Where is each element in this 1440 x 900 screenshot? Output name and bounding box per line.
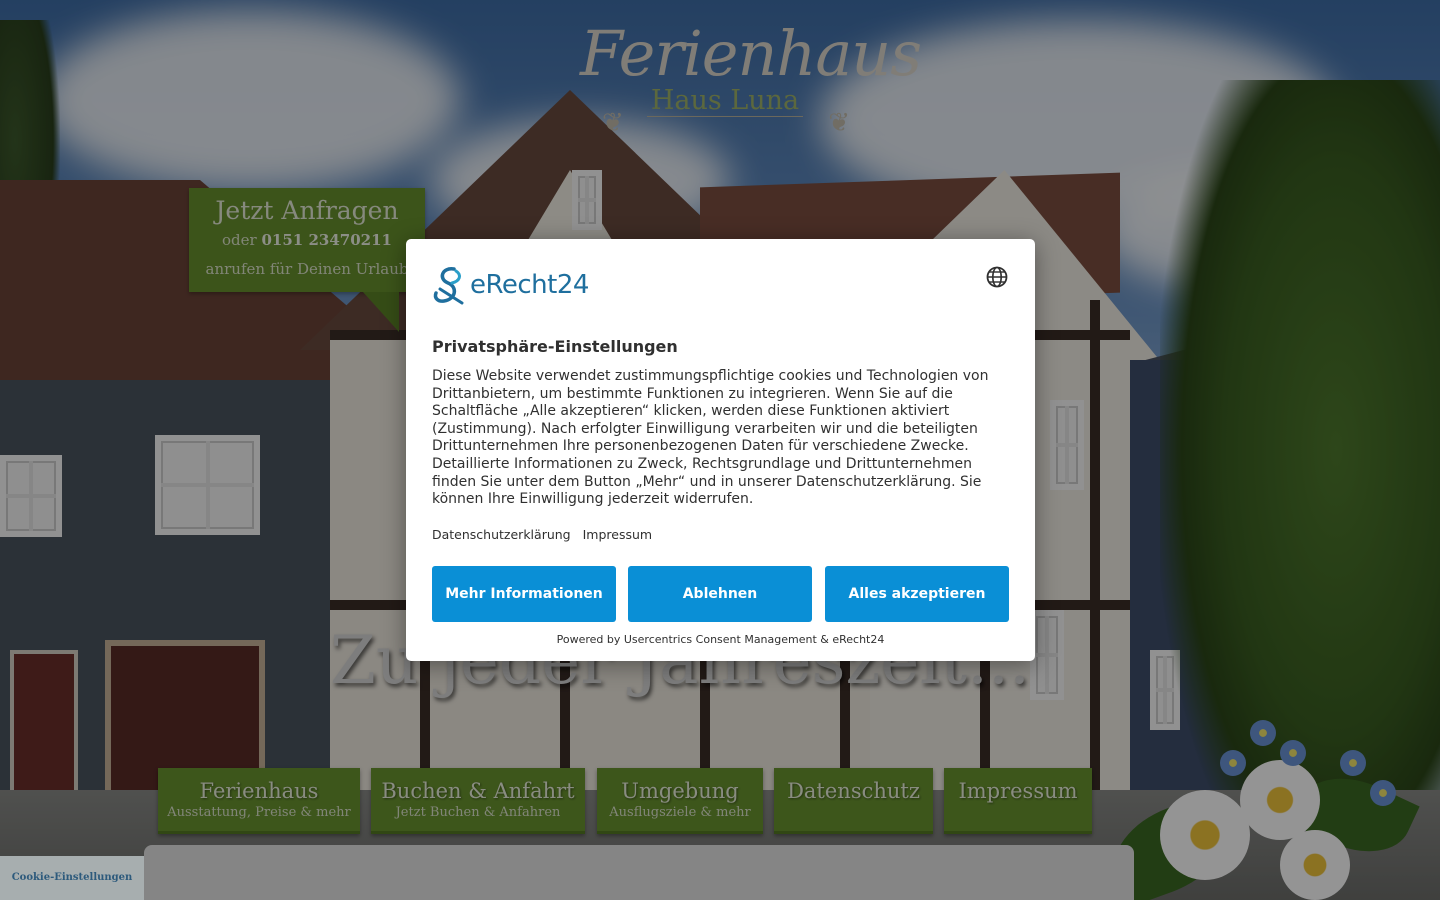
consent-description: Diese Website verwendet zustimmungspflic… [432, 368, 989, 508]
erecht24-logo: eRecht24 [432, 265, 589, 305]
more-information-button[interactable]: Mehr Informationen [432, 566, 616, 622]
language-button[interactable] [986, 266, 1008, 288]
globe-icon [986, 266, 1008, 288]
consent-buttons: Mehr Informationen Ablehnen Alles akzept… [432, 566, 1009, 622]
brand-name: eRecht24 [470, 270, 589, 300]
erecht24-mark-icon [432, 265, 468, 305]
imprint-link[interactable]: Impressum [583, 527, 652, 542]
consent-dialog: eRecht24 Privatsphäre-Einstellungen Dies… [406, 239, 1035, 661]
deny-button[interactable]: Ablehnen [628, 566, 812, 622]
consent-title: Privatsphäre-Einstellungen [432, 337, 678, 356]
powered-by-text: Powered by Usercentrics Consent Manageme… [556, 633, 885, 646]
accept-all-button[interactable]: Alles akzeptieren [825, 566, 1009, 622]
cookie-settings-button[interactable]: Cookie-Einstellungen [0, 856, 144, 900]
consent-links: Datenschutzerklärung Impressum [432, 527, 652, 542]
privacy-policy-link[interactable]: Datenschutzerklärung [432, 527, 571, 542]
